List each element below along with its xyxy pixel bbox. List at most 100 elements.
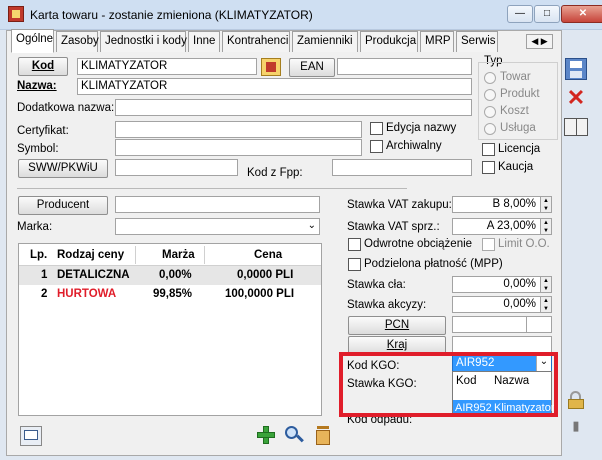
row-lp: 1: [41, 269, 48, 281]
marka-select[interactable]: ⌄: [115, 218, 320, 235]
odwrotne-label: Odwrotne obciążenie: [364, 238, 473, 250]
price-grid-header: Lp. Rodzaj ceny Marża Cena: [19, 244, 321, 266]
spinner-icon[interactable]: ▲ ▼: [540, 197, 551, 212]
cancel-icon[interactable]: ✕: [565, 87, 587, 110]
licencja-label: Licencja: [498, 143, 541, 155]
table-row[interactable]: 1 DETALICZNA 0,00% 0,0000 PLI: [19, 266, 321, 285]
kgo-highlight-box: [339, 352, 558, 417]
ean-input[interactable]: [337, 58, 472, 75]
edycja-nazwy-label: Edycja nazwy: [386, 122, 457, 134]
pcn-input[interactable]: [452, 316, 552, 333]
delete-icon[interactable]: [312, 424, 334, 446]
limit-label: Limit O.O.: [498, 238, 550, 250]
row-cena: 100,0000 PLI: [225, 288, 295, 300]
typ-koszt-radio[interactable]: [484, 106, 496, 118]
tab-kontrahenci[interactable]: Kontrahenci: [222, 31, 290, 52]
kaucja-label: Kaucja: [498, 161, 534, 173]
lookup-icon[interactable]: [261, 58, 281, 76]
tab-ogolne[interactable]: Ogólne: [11, 29, 54, 53]
vat-zakupu-input[interactable]: B 8,00% ▲ ▼: [452, 196, 552, 213]
ean-button[interactable]: EAN: [289, 58, 335, 77]
maximize-button[interactable]: □: [534, 5, 560, 23]
row-cena: 0,0000 PLI: [237, 269, 294, 281]
col-rodzaj-ceny[interactable]: Rodzaj ceny: [57, 249, 124, 261]
archiwalny-checkbox[interactable]: [370, 140, 383, 153]
app-icon: [8, 6, 24, 22]
limit-checkbox[interactable]: [482, 238, 495, 251]
window-title: Karta towaru - zostanie zmieniona (KLIMA…: [30, 8, 313, 22]
vat-zakupu-label: Stawka VAT zakupu:: [347, 199, 452, 211]
podzielona-checkbox[interactable]: [348, 258, 361, 271]
symbol-label: Symbol:: [17, 143, 59, 155]
tab-scroll-arrows[interactable]: ◀ ▶: [526, 34, 553, 49]
certyfikat-label: Certyfikat:: [17, 125, 69, 137]
producent-button[interactable]: Producent: [18, 196, 108, 215]
col-lp[interactable]: Lp.: [30, 249, 47, 261]
minimize-button[interactable]: —: [507, 5, 533, 23]
table-row[interactable]: 2 HURTOWA 99,85% 100,0000 PLI: [19, 285, 321, 304]
edycja-nazwy-checkbox[interactable]: [370, 122, 383, 135]
certyfikat-input[interactable]: [115, 121, 362, 138]
tab-jednostki[interactable]: Jednostki i kody: [100, 31, 187, 52]
search-icon[interactable]: [283, 424, 305, 446]
podzielona-label: Podzielona płatność (MPP): [364, 258, 503, 270]
tab-inne[interactable]: Inne: [188, 31, 220, 52]
nazwa-input[interactable]: KLIMATYZATOR: [77, 78, 472, 95]
licencja-checkbox[interactable]: [482, 143, 495, 156]
odwrotne-checkbox[interactable]: [348, 238, 361, 251]
lock-icon[interactable]: [566, 391, 586, 409]
symbol-input[interactable]: [115, 139, 362, 156]
tab-serwis[interactable]: Serwis: [456, 31, 498, 52]
vat-sprz-input[interactable]: A 23,00% ▲ ▼: [452, 218, 552, 235]
pin-icon[interactable]: ▮: [568, 418, 584, 436]
typ-produkt-radio[interactable]: [484, 89, 496, 101]
stawka-akcyzy-input[interactable]: 0,00% ▲ ▼: [452, 296, 552, 313]
spinner-icon[interactable]: ▲ ▼: [540, 297, 551, 312]
book-icon[interactable]: [564, 118, 588, 136]
typ-produkt-label: Produkt: [500, 88, 540, 100]
stawka-cla-label: Stawka cła:: [347, 279, 406, 291]
vat-sprz-label: Stawka VAT sprz.:: [347, 221, 440, 233]
row-marza: 99,85%: [153, 288, 193, 300]
col-cena[interactable]: Cena: [254, 249, 282, 261]
pcn-button[interactable]: PCN: [348, 316, 446, 335]
producent-input[interactable]: [115, 196, 320, 213]
typ-towar-label: Towar: [500, 71, 531, 83]
kaucja-checkbox[interactable]: [482, 161, 495, 174]
stawka-akcyzy-value: 0,00%: [503, 298, 536, 310]
spinner-icon[interactable]: ▲ ▼: [540, 277, 551, 292]
dodatkowa-nazwa-input[interactable]: [115, 99, 472, 116]
typ-koszt-label: Koszt: [500, 105, 529, 117]
price-grid[interactable]: Lp. Rodzaj ceny Marża Cena 1 DETALICZNA …: [18, 243, 322, 416]
add-icon[interactable]: [255, 424, 277, 446]
stawka-cla-value: 0,00%: [503, 278, 536, 290]
history-icon[interactable]: [20, 426, 42, 446]
kod-button[interactable]: Kod: [18, 57, 68, 76]
typ-usluga-radio[interactable]: [484, 123, 496, 135]
row-rodzaj: HURTOWA: [57, 288, 117, 300]
tab-produkcja[interactable]: Produkcja: [360, 31, 418, 52]
save-icon[interactable]: [565, 58, 587, 80]
stawka-akcyzy-label: Stawka akcyzy:: [347, 299, 427, 311]
tab-mrp[interactable]: MRP: [420, 31, 454, 52]
tab-zamienniki[interactable]: Zamienniki: [292, 31, 358, 52]
nazwa-label: Nazwa:: [17, 80, 57, 92]
kod-fpp-input[interactable]: [332, 159, 472, 176]
separator: [17, 188, 407, 189]
row-marza: 0,00%: [159, 269, 192, 281]
kod-input[interactable]: KLIMATYZATOR: [77, 58, 257, 75]
row-rodzaj: DETALICZNA: [57, 269, 130, 281]
tab-zasoby[interactable]: Zasoby: [56, 31, 99, 52]
dodatkowa-nazwa-label: Dodatkowa nazwa:: [17, 102, 115, 114]
row-lp: 2: [41, 288, 48, 300]
spinner-icon[interactable]: ▲ ▼: [540, 219, 551, 234]
close-button[interactable]: ✕: [561, 5, 602, 23]
typ-towar-radio[interactable]: [484, 72, 496, 84]
sww-pkwiu-button[interactable]: SWW/PKWiU: [18, 159, 108, 178]
stawka-cla-input[interactable]: 0,00% ▲ ▼: [452, 276, 552, 293]
col-marza[interactable]: Marża: [162, 249, 195, 261]
archiwalny-label: Archiwalny: [386, 140, 442, 152]
vat-sprz-value: A 23,00%: [486, 220, 536, 232]
typ-usluga-label: Usługa: [500, 122, 536, 134]
sww-pkwiu-input[interactable]: [115, 159, 238, 176]
